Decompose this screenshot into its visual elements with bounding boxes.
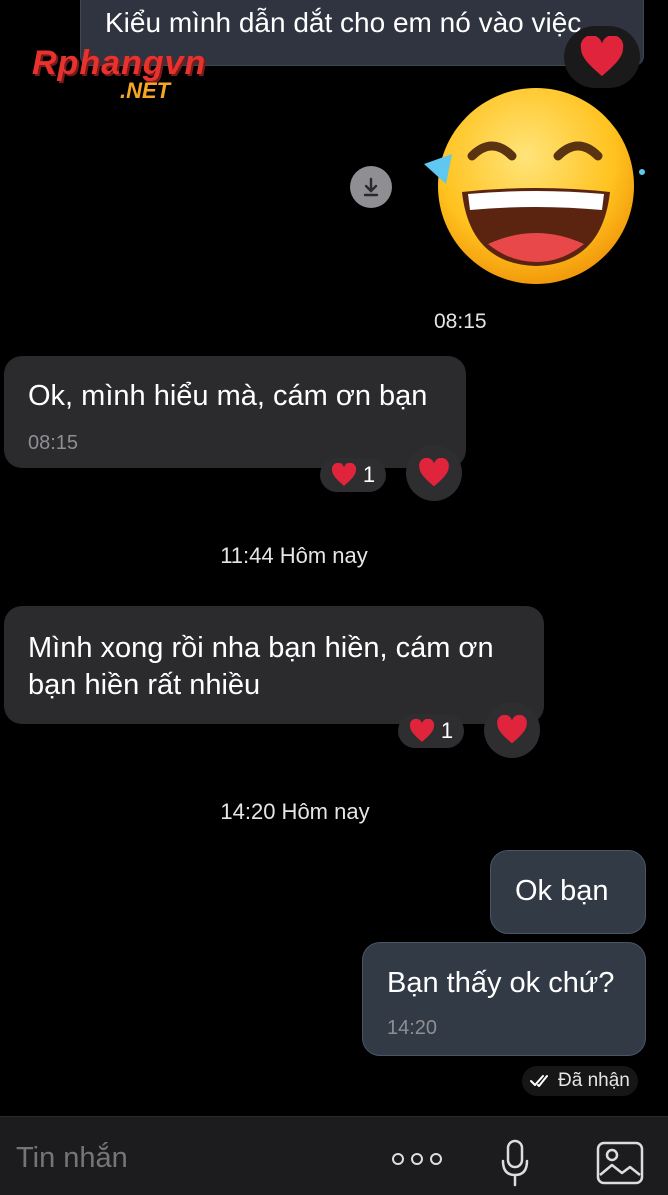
microphone-icon[interactable] bbox=[500, 1139, 530, 1192]
reaction-count: 1 bbox=[440, 718, 454, 743]
quoted-heart-reaction[interactable] bbox=[564, 26, 640, 88]
delivery-status: Đã nhận bbox=[522, 1066, 638, 1096]
double-check-icon bbox=[530, 1075, 548, 1087]
download-icon[interactable] bbox=[350, 166, 392, 208]
sticker-time: 08:15 bbox=[434, 310, 487, 333]
message-text: Ok bạn bbox=[515, 875, 609, 907]
watermark-logo: Rphangvn .NET bbox=[32, 44, 207, 103]
heart-icon bbox=[419, 458, 449, 487]
message-text: Bạn thấy ok chứ? bbox=[387, 967, 615, 999]
message-time: 08:15 bbox=[28, 432, 79, 454]
heart-icon bbox=[497, 715, 527, 744]
laughing-emoji-sticker[interactable] bbox=[422, 84, 648, 290]
add-reaction-button[interactable] bbox=[484, 702, 540, 758]
heart-icon bbox=[331, 463, 356, 486]
message-text: Mình xong rồi nha bạn hiền, cám ơn bạn h… bbox=[28, 632, 494, 701]
received-message-bubble[interactable]: Ok, mình hiểu mà, cám ơn bạn 08:15 bbox=[4, 356, 466, 468]
heart-reaction-count[interactable]: 1 bbox=[398, 714, 464, 748]
message-time: 14:20 bbox=[387, 1017, 438, 1039]
add-reaction-button[interactable] bbox=[406, 445, 462, 501]
sent-message-bubble[interactable]: Bạn thấy ok chứ? 14:20 bbox=[362, 942, 646, 1056]
reaction-count: 1 bbox=[362, 462, 376, 487]
sent-message-bubble[interactable]: Ok bạn bbox=[490, 850, 646, 934]
heart-icon bbox=[409, 719, 434, 742]
gallery-icon[interactable] bbox=[596, 1141, 644, 1190]
date-divider: 11:44 Hôm nay bbox=[220, 543, 368, 568]
chat-screen: { "watermark": { "brand": "Rphangvn", "t… bbox=[0, 0, 668, 1195]
more-options-icon[interactable] bbox=[392, 1153, 442, 1165]
delivery-status-text: Đã nhận bbox=[558, 1070, 630, 1091]
quoted-message-text: Kiểu mình dẫn dắt cho em nó vào việc bbox=[105, 7, 582, 38]
received-message-bubble[interactable]: Mình xong rồi nha bạn hiền, cám ơn bạn h… bbox=[4, 606, 544, 724]
message-text: Ok, mình hiểu mà, cám ơn bạn bbox=[28, 380, 428, 412]
heart-reaction-count[interactable]: 1 bbox=[320, 458, 386, 492]
message-input[interactable] bbox=[14, 1137, 358, 1179]
heart-icon bbox=[580, 36, 624, 77]
message-composer bbox=[0, 1116, 668, 1195]
date-divider: 14:20 Hôm nay bbox=[220, 799, 370, 824]
